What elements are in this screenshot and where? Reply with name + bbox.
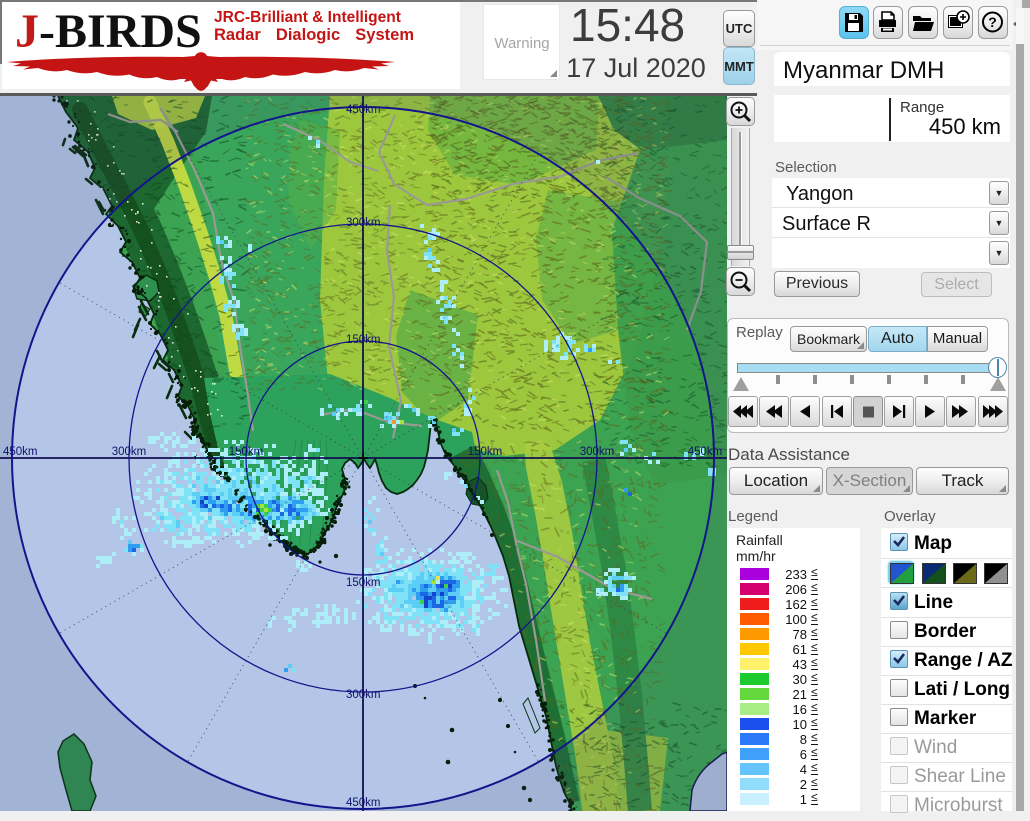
svg-text:450km: 450km <box>3 446 38 458</box>
svg-text:?: ? <box>988 14 997 30</box>
svg-text:150km: 150km <box>346 577 381 589</box>
svg-text:150km: 150km <box>346 334 381 346</box>
svg-text:450km: 450km <box>688 446 723 458</box>
svg-text:450km: 450km <box>346 797 381 809</box>
svg-text:300km: 300km <box>346 217 381 229</box>
svg-text:150km: 150km <box>229 446 264 458</box>
svg-text:300km: 300km <box>580 446 615 458</box>
svg-text:450km: 450km <box>346 104 381 116</box>
svg-text:300km: 300km <box>112 446 147 458</box>
svg-text:150km: 150km <box>468 446 503 458</box>
svg-text:300km: 300km <box>346 689 381 701</box>
